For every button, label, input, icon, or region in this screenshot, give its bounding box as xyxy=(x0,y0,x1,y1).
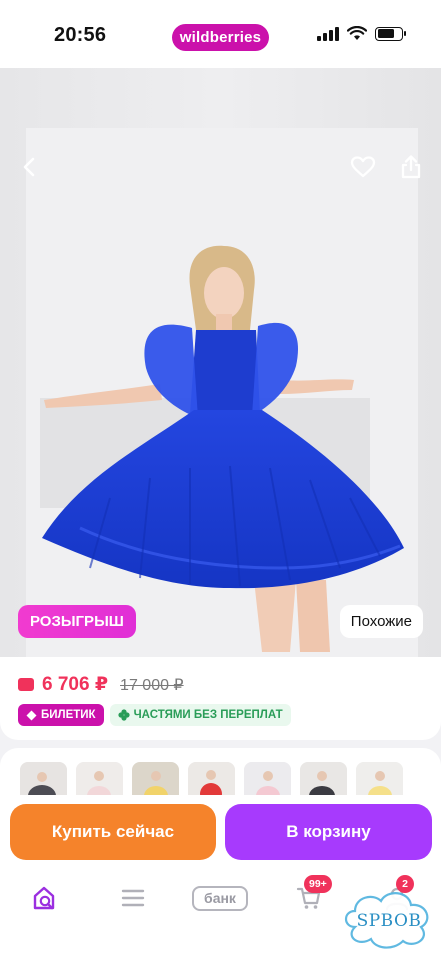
status-time: 20:56 xyxy=(54,24,107,46)
wifi-icon xyxy=(347,26,367,40)
ticket-icon xyxy=(26,710,37,720)
watermark: SPBOB xyxy=(341,887,437,953)
favorite-heart-icon[interactable] xyxy=(348,152,378,182)
status-icons xyxy=(317,26,406,41)
menu-icon xyxy=(121,889,145,907)
nav-catalog[interactable] xyxy=(118,883,148,913)
raffle-badge[interactable]: РОЗЫГРЫШ xyxy=(18,605,136,638)
similar-button[interactable]: Похожие xyxy=(339,605,423,638)
clover-icon xyxy=(117,709,130,721)
battery-icon xyxy=(375,26,406,41)
ticket-tag-label: БИЛЕТИК xyxy=(41,709,96,721)
ticket-tag[interactable]: БИЛЕТИК xyxy=(18,704,104,726)
bank-label: банк xyxy=(192,885,248,911)
nav-cart[interactable]: 99+ xyxy=(294,875,332,913)
cart-count-badge: 99+ xyxy=(304,875,332,893)
signal-icon xyxy=(317,26,339,41)
installments-tag-label: ЧАСТЯМИ БЕЗ ПЕРЕПЛАТ xyxy=(133,709,283,721)
wallet-icon xyxy=(18,678,34,691)
price-card: 6 706 ₽ 17 000 ₽ БИЛЕТИК ЧАСТЯМИ БЕЗ ПЕР… xyxy=(0,657,441,740)
nav-home-search[interactable] xyxy=(30,883,60,913)
status-bar: 20:56 wildberries xyxy=(0,0,441,68)
nav-bank[interactable]: банк xyxy=(192,883,248,913)
installments-tag[interactable]: ЧАСТЯМИ БЕЗ ПЕРЕПЛАТ xyxy=(109,704,291,726)
home-search-icon xyxy=(33,886,55,910)
promo-tags: БИЛЕТИК ЧАСТЯМИ БЕЗ ПЕРЕПЛАТ xyxy=(18,704,291,726)
product-photo[interactable] xyxy=(0,68,441,660)
price-row: 6 706 ₽ 17 000 ₽ xyxy=(18,673,184,696)
old-price: 17 000 ₽ xyxy=(120,676,184,694)
buy-now-button[interactable]: Купить сейчас xyxy=(10,804,216,860)
share-icon[interactable] xyxy=(396,152,426,182)
current-price: 6 706 ₽ xyxy=(42,674,109,695)
brand-logo[interactable]: wildberries xyxy=(172,24,269,51)
watermark-text: SPBOB xyxy=(356,911,422,931)
back-icon[interactable] xyxy=(14,152,44,182)
purchase-actions: Купить сейчас В корзину xyxy=(0,795,441,869)
product-screen: 20:56 wildberries РОЗЫГРЫШ Похожие 6 706… xyxy=(0,0,441,960)
add-to-cart-button[interactable]: В корзину xyxy=(225,804,432,860)
